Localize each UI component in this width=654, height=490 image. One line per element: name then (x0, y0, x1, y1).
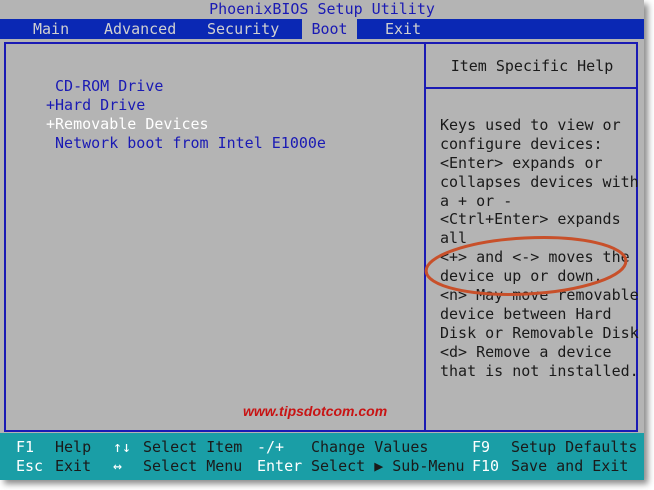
watermark: www.tipsdotcom.com (243, 403, 388, 419)
key-desc-select-item: Select Item (143, 438, 243, 456)
key-enter: Enter (257, 457, 303, 475)
key-desc-exit: Exit (55, 457, 92, 475)
key-f9: F9 (472, 438, 491, 456)
bios-window: PhoenixBIOS Setup Utility Main Advanced … (0, 0, 644, 480)
key-f10: F10 (472, 457, 500, 475)
key-esc: Esc (16, 457, 44, 475)
key-minus-plus: -/+ (257, 438, 285, 456)
key-leftright: ↔ (113, 457, 123, 475)
key-desc-save-exit: Save and Exit (511, 457, 629, 475)
key-updown: ↑↓ (113, 438, 132, 456)
key-desc-help: Help (55, 438, 92, 456)
key-desc-setup-defaults: Setup Defaults (511, 438, 638, 456)
key-legend: F1 Help ↑↓ Select Item -/+ Change Values… (0, 433, 644, 480)
key-desc-select-submenu: Select ▶ Sub-Menu (311, 457, 465, 475)
key-desc-select-menu: Select Menu (143, 457, 243, 475)
key-desc-change-values: Change Values (311, 438, 429, 456)
key-f1: F1 (16, 438, 35, 456)
